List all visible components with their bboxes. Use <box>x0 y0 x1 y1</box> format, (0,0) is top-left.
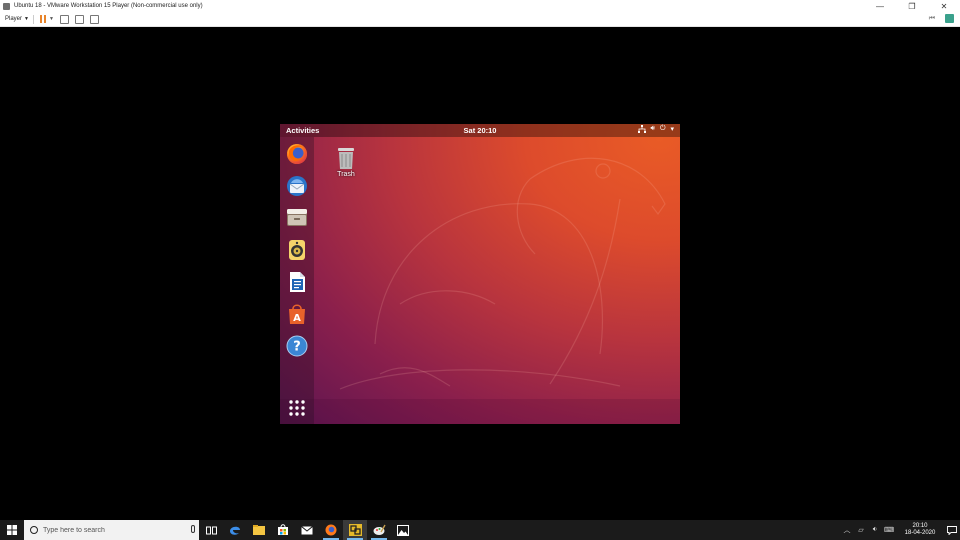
vmware-app-icon <box>3 2 10 10</box>
taskbar-vmware[interactable] <box>343 520 367 540</box>
file-explorer-icon <box>253 525 265 535</box>
ubuntu-software-icon: A <box>289 304 305 324</box>
rhythmbox-icon <box>289 240 305 260</box>
minimize-icon[interactable]: — <box>864 0 896 12</box>
help-icon: ? <box>286 335 308 357</box>
taskbar-store[interactable] <box>271 520 295 540</box>
chevron-down-icon[interactable]: ▼ <box>49 16 54 22</box>
photos-icon <box>397 524 409 536</box>
unity-icon[interactable] <box>89 14 99 24</box>
taskbar-photos[interactable] <box>391 520 415 540</box>
menu-caret-icon: ▾ <box>670 126 674 133</box>
start-button[interactable] <box>0 520 24 540</box>
edge-icon <box>230 526 240 535</box>
taskbar-clock[interactable]: 20:10 18-04-2020 <box>900 523 940 537</box>
trash-icon <box>338 148 354 169</box>
power-icon: ⏻ <box>659 125 666 132</box>
dock-item-ubuntu-software[interactable]: A <box>284 301 310 327</box>
taskbar-mail[interactable] <box>295 520 319 540</box>
keyboard-icon[interactable]: ⌨︎ <box>882 526 896 534</box>
pause-icon[interactable] <box>39 15 47 23</box>
volume-icon[interactable]: 🔉︎ <box>868 526 882 534</box>
vmware-toolbar: Player ▼ ▼ ⏮ <box>0 12 960 27</box>
toolbar-right-icons: ⏮ <box>929 14 954 23</box>
clock-time: 20:10 <box>912 523 928 529</box>
chevron-down-icon: ▼ <box>24 16 29 22</box>
notifications-button[interactable] <box>944 520 960 540</box>
show-applications-icon <box>289 400 305 416</box>
back-icon[interactable]: ⏮ <box>929 15 935 23</box>
svg-text:A: A <box>293 313 301 324</box>
task-view-icon <box>205 526 217 534</box>
status-area[interactable]: 🔊︎ ⏻ ▾ <box>637 125 674 133</box>
ubuntu-vm-screen[interactable]: Activities Sat 20:10 🔊︎ ⏻ ▾ A ? Trash <box>280 124 680 424</box>
store-icon <box>278 524 288 535</box>
cortana-icon <box>30 526 38 534</box>
network-icon <box>637 125 646 133</box>
thunderbird-icon <box>287 176 307 196</box>
taskbar-file-explorer[interactable] <box>247 520 271 540</box>
system-tray: ︿ ▱ 🔉︎ ⌨︎ 20:10 18-04-2020 <box>840 520 960 540</box>
search-input[interactable] <box>43 526 173 534</box>
vmware-icon <box>348 524 362 536</box>
taskbar-paint[interactable] <box>367 520 391 540</box>
task-view-button[interactable] <box>199 520 223 540</box>
chevron-up-icon[interactable]: ︿ <box>840 525 854 535</box>
network-icon[interactable]: ▱ <box>854 526 868 534</box>
fullscreen-icon[interactable] <box>74 14 84 24</box>
close-icon[interactable]: ✕ <box>928 0 960 12</box>
taskbar-firefox[interactable] <box>319 520 343 540</box>
vmware-title-bar: Ubuntu 18 - VMware Workstation 15 Player… <box>0 0 960 12</box>
ubuntu-dock: A ? <box>280 137 314 424</box>
windows-taskbar: ︿ ▱ 🔉︎ ⌨︎ 20:10 18-04-2020 <box>0 520 960 540</box>
clock-label[interactable]: Sat 20:10 <box>280 126 680 135</box>
dock-item-files[interactable] <box>284 205 310 231</box>
dock-item-libreoffice-writer[interactable] <box>284 269 310 295</box>
dock-item-rhythmbox[interactable] <box>284 237 310 263</box>
notes-icon[interactable] <box>945 14 954 23</box>
trash-label: Trash <box>337 171 355 178</box>
files-icon <box>287 209 307 226</box>
taskbar-search[interactable] <box>24 520 199 540</box>
paint-icon <box>373 524 386 535</box>
gnome-top-bar: Activities Sat 20:10 🔊︎ ⏻ ▾ <box>280 124 680 137</box>
dock-item-thunderbird[interactable] <box>284 173 310 199</box>
windows-logo-icon <box>7 525 17 535</box>
send-ctrl-alt-del-icon[interactable] <box>59 14 69 24</box>
mail-icon <box>301 525 313 534</box>
player-menu-label: Player <box>5 16 23 22</box>
volume-icon: 🔊︎ <box>650 125 655 132</box>
firefox-icon <box>287 144 307 164</box>
player-menu-button[interactable]: Player ▼ <box>5 16 29 22</box>
show-applications-button[interactable] <box>284 395 310 421</box>
window-title: Ubuntu 18 - VMware Workstation 15 Player… <box>14 3 203 9</box>
libreoffice-writer-icon <box>290 272 305 292</box>
window-controls: — ❐ ✕ <box>864 0 960 12</box>
notifications-icon <box>947 525 957 535</box>
taskbar-edge[interactable] <box>223 520 247 540</box>
restore-icon[interactable]: ❐ <box>896 0 928 12</box>
dock-item-help[interactable]: ? <box>284 333 310 359</box>
firefox-icon <box>325 524 337 536</box>
toolbar-divider <box>32 14 34 24</box>
dock-item-firefox[interactable] <box>284 141 310 167</box>
clock-date: 18-04-2020 <box>904 530 936 536</box>
microphone-icon[interactable] <box>191 525 195 533</box>
desktop-trash[interactable]: Trash <box>333 146 359 178</box>
svg-text:?: ? <box>293 340 301 355</box>
